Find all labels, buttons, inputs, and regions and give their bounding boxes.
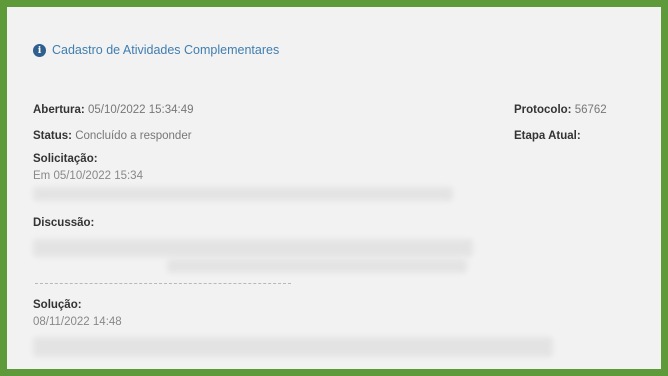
ticket-card: i Cadastro de Atividades Complementares …	[0, 0, 668, 376]
redacted-content	[33, 239, 473, 257]
abertura-row: Abertura: 05/10/2022 15:34:49	[33, 104, 194, 116]
redacted-content	[167, 259, 467, 273]
info-icon: i	[33, 43, 46, 57]
etapa-label: Etapa Atual:	[514, 130, 581, 142]
solucao-label: Solução:	[33, 299, 82, 311]
redacted-content	[33, 337, 553, 357]
protocolo-label: Protocolo:	[514, 104, 572, 116]
status-label: Status:	[33, 130, 72, 142]
solicitacao-date: Em 05/10/2022 15:34	[33, 170, 143, 182]
discussao-label: Discussão:	[33, 217, 95, 229]
card-title[interactable]: Cadastro de Atividades Complementares	[52, 43, 279, 57]
protocolo-row: Protocolo: 56762	[514, 104, 607, 116]
abertura-label: Abertura:	[33, 104, 85, 116]
divider	[35, 283, 291, 284]
etapa-row: Etapa Atual:	[514, 130, 581, 142]
solucao-date: 08/11/2022 14:48	[33, 316, 122, 328]
abertura-value: 05/10/2022 15:34:49	[87, 104, 194, 116]
redacted-content	[33, 187, 453, 201]
card-header: i Cadastro de Atividades Complementares	[33, 43, 279, 57]
solicitacao-label: Solicitação:	[33, 153, 98, 165]
status-value: Concluído a responder	[75, 130, 192, 142]
protocolo-value: 56762	[574, 104, 607, 116]
status-row: Status: Concluído a responder	[33, 130, 192, 142]
